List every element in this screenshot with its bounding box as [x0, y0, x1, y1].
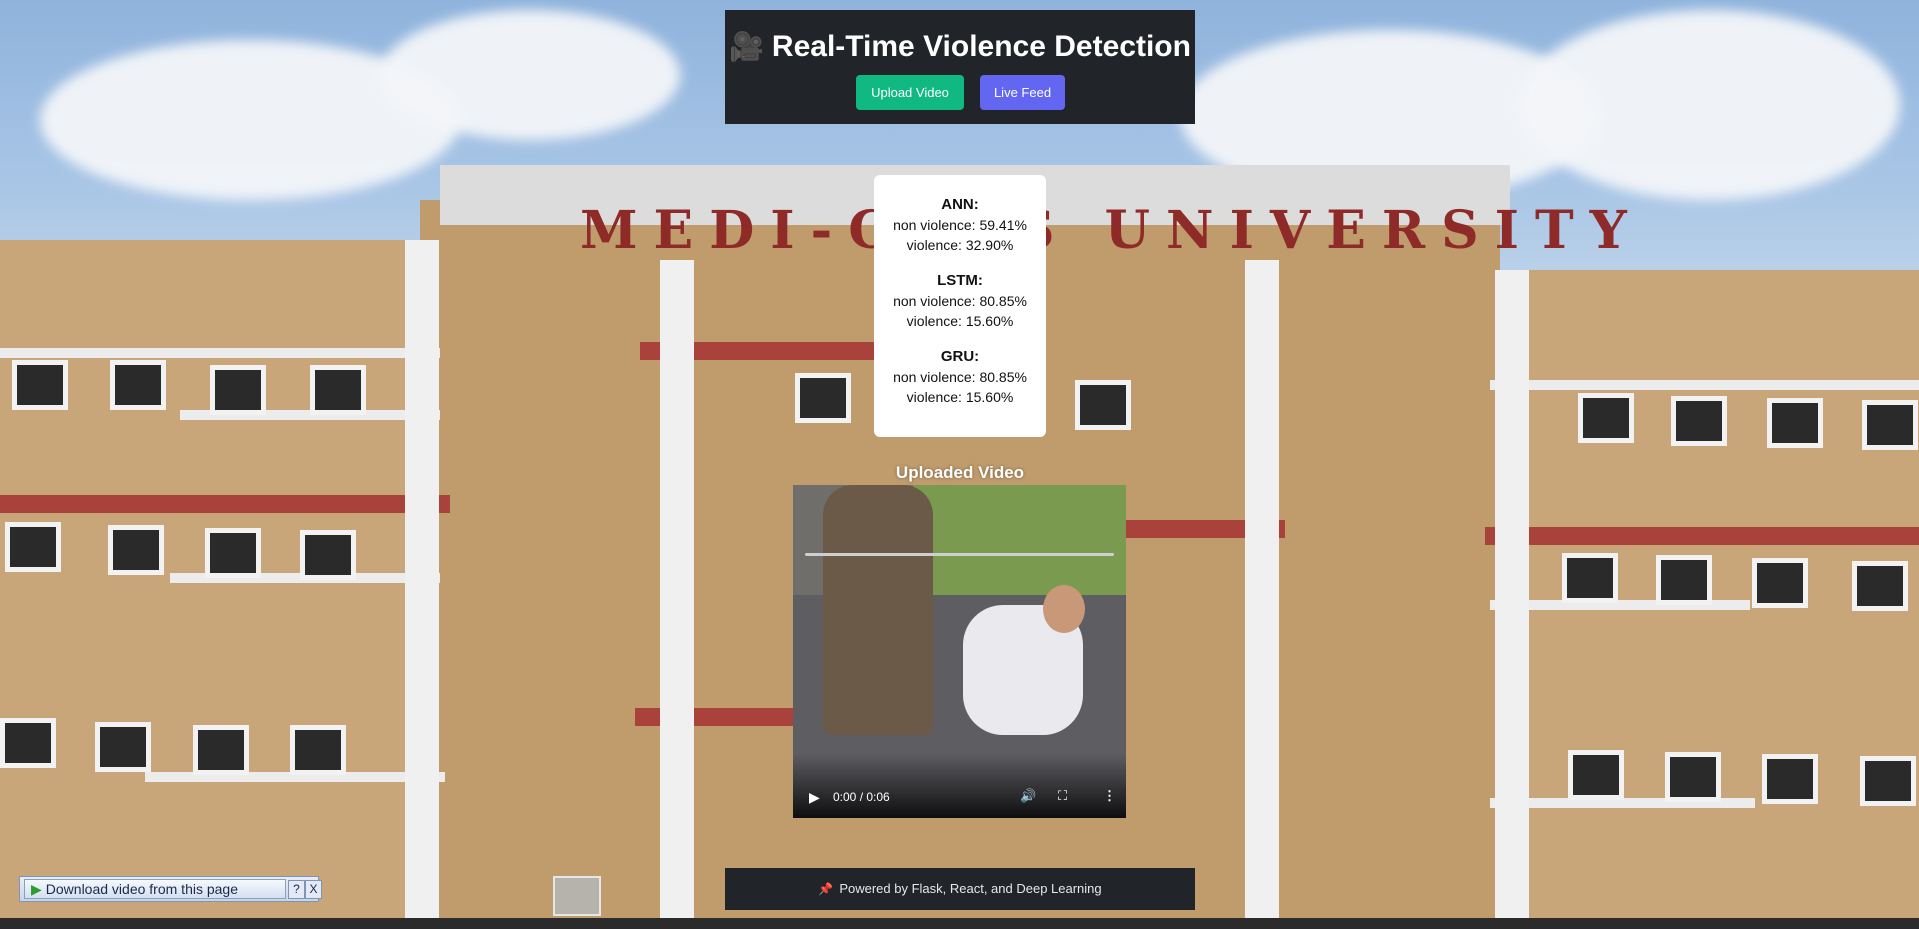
play-icon: ▶ — [31, 881, 42, 897]
window — [210, 365, 266, 415]
pin-icon: 📌 — [818, 882, 834, 896]
download-video-label: Download video from this page — [45, 881, 239, 897]
volume-icon[interactable]: 🔊 — [1020, 788, 1036, 804]
window — [0, 718, 56, 768]
lstm-result: LSTM: non violence: 80.85% violence: 15.… — [874, 271, 1046, 331]
red-band — [635, 708, 795, 726]
video-controls: ▶ 0:00 / 0:06 🔊 ⛶ ⋮ — [793, 753, 1126, 818]
window — [1562, 553, 1618, 603]
window — [310, 365, 366, 415]
uploaded-video-heading: Uploaded Video — [895, 463, 1025, 482]
window — [1762, 754, 1818, 804]
window — [5, 522, 61, 572]
window — [108, 525, 164, 575]
window — [193, 725, 249, 775]
window — [1656, 555, 1712, 605]
video-frame-grass — [913, 485, 1126, 595]
window — [1671, 396, 1727, 446]
video-frame-person — [823, 485, 933, 735]
video-seek-bar[interactable] — [805, 553, 1114, 556]
window — [205, 528, 261, 578]
download-video-toolbar: ▶ Download video from this page ? X — [19, 876, 322, 902]
window — [290, 725, 346, 775]
upload-video-button[interactable]: Upload Video — [856, 75, 964, 110]
gru-result: GRU: non violence: 80.85% violence: 15.6… — [874, 347, 1046, 407]
download-video-button[interactable]: ▶ Download video from this page — [24, 879, 286, 899]
page-title-text: Real-Time Violence Detection — [771, 30, 1191, 63]
header-panel: 🎥 Real-Time Violence Detection Upload Vid… — [725, 10, 1195, 124]
non-violence-score: non violence: 59.41% — [893, 217, 1027, 233]
camera-icon: 🎥 — [729, 31, 764, 62]
building-left — [0, 240, 460, 929]
violence-score: violence: 15.60% — [906, 313, 1014, 329]
close-button[interactable]: X — [305, 880, 322, 899]
window — [1752, 558, 1808, 608]
pillar — [1495, 270, 1529, 920]
window — [110, 360, 166, 410]
video-time: 0:00 / 0:06 — [833, 790, 890, 804]
window — [1862, 400, 1918, 450]
floor-ledge — [1490, 380, 1919, 390]
window — [1860, 756, 1916, 806]
window — [1767, 398, 1823, 448]
footer-panel: 📌 Powered by Flask, React, and Deep Learn… — [725, 868, 1195, 910]
window — [1578, 393, 1634, 443]
window — [1568, 750, 1624, 800]
footer-text: Powered by Flask, React, and Deep Learni… — [839, 881, 1102, 896]
model-name: LSTM: — [937, 272, 983, 289]
violence-score: violence: 32.90% — [906, 237, 1014, 253]
prediction-results-card: ANN: non violence: 59.41% violence: 32.9… — [874, 175, 1046, 437]
ground-strip — [0, 918, 1919, 929]
window — [1075, 380, 1131, 430]
window — [795, 373, 851, 423]
page-title: 🎥 Real-Time Violence Detection — [725, 30, 1195, 64]
fullscreen-icon[interactable]: ⛶ — [1058, 788, 1067, 804]
play-icon[interactable]: ▶ — [809, 789, 820, 806]
live-feed-button[interactable]: Live Feed — [980, 75, 1065, 110]
video-player[interactable]: ▶ 0:00 / 0:06 🔊 ⛶ ⋮ — [793, 485, 1126, 818]
window — [95, 722, 151, 772]
red-band — [0, 495, 450, 513]
window — [1852, 561, 1908, 611]
floor-ledge — [0, 348, 440, 358]
window — [300, 530, 356, 580]
cloud — [1520, 10, 1900, 200]
window — [1665, 752, 1721, 802]
window — [12, 360, 68, 410]
thumbnail-image — [553, 876, 601, 916]
violence-score: violence: 15.60% — [906, 389, 1014, 405]
pillar — [1245, 260, 1279, 920]
video-frame-head — [1043, 585, 1085, 633]
model-name: ANN: — [941, 196, 979, 213]
help-button[interactable]: ? — [288, 880, 305, 899]
pillar — [405, 240, 439, 920]
non-violence-score: non violence: 80.85% — [893, 369, 1027, 385]
ann-result: ANN: non violence: 59.41% violence: 32.9… — [874, 195, 1046, 255]
more-options-icon[interactable]: ⋮ — [1103, 788, 1116, 804]
cloud — [380, 10, 680, 140]
red-band — [1485, 527, 1919, 545]
pillar — [660, 260, 694, 920]
model-name: GRU: — [940, 348, 980, 365]
non-violence-score: non violence: 80.85% — [893, 293, 1027, 309]
